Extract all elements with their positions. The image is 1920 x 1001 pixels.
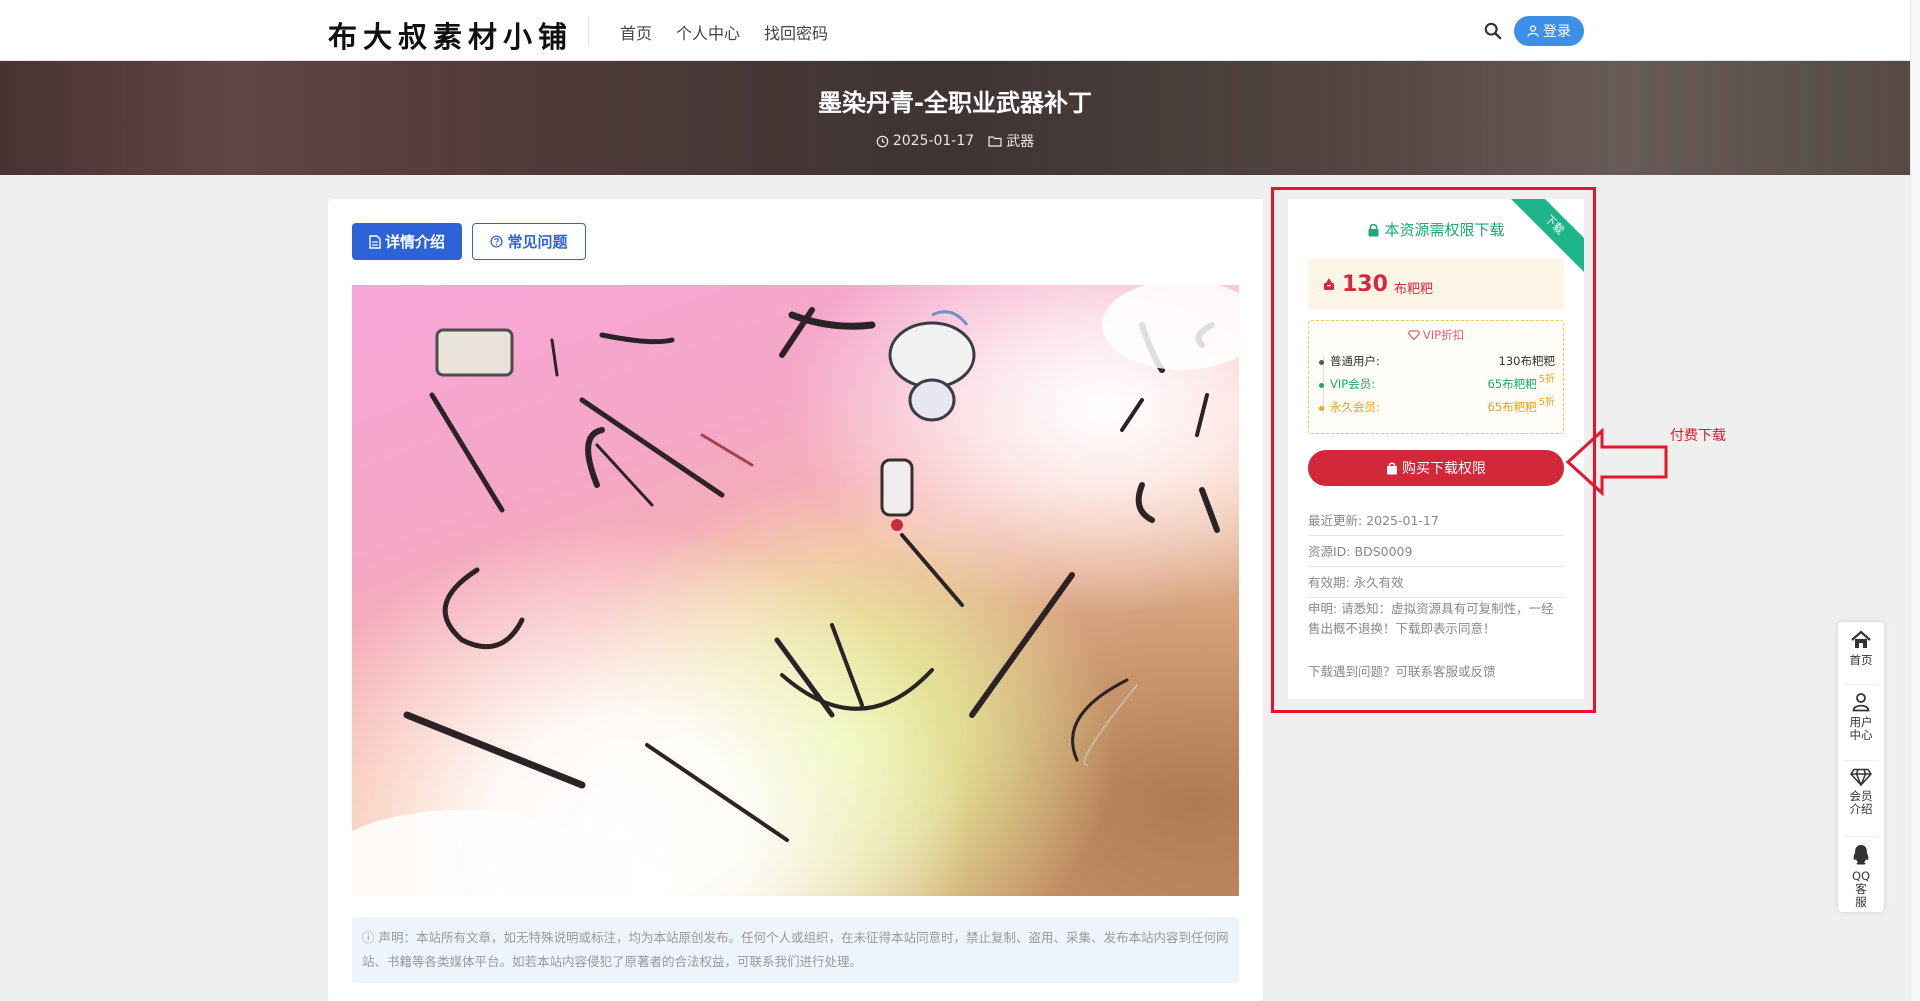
price-amount: 130 [1342, 271, 1388, 297]
document-icon [369, 234, 381, 249]
diamond-icon [1407, 330, 1420, 340]
nav-home[interactable]: 首页 [620, 20, 652, 44]
lifetime-discount: 5折 [1538, 397, 1555, 408]
vip-price: 65布粑粑 [1487, 377, 1537, 391]
vip-row-lifetime: 永久会员: 65布粑粑 5折 [1319, 397, 1555, 415]
buy-download-label: 购买下载权限 [1402, 461, 1486, 477]
coin-icon [1324, 278, 1334, 290]
dock-divider [1844, 836, 1878, 837]
updated-info: 最近更新: 2025-01-17 [1308, 510, 1564, 536]
copyright-notice: ⓘ 声明：本站所有文章，如无特殊说明或标注，均为本站原创发布。任何个人或组织，在… [352, 917, 1239, 983]
question-circle-icon [490, 235, 504, 248]
dock-home-label: 首页 [1849, 653, 1873, 667]
declaration-text: 申明: 请悉知：虚拟资源具有可复制性，一经售出概不退换！下载即表示同意！ [1308, 601, 1554, 636]
vip-row-regular: 普通用户: 130布粑粑 [1319, 353, 1555, 369]
arrow-left-icon [1566, 428, 1668, 496]
lifetime-dot [1319, 406, 1324, 411]
widget-heading-text: 本资源需权限下载 [1384, 221, 1505, 239]
user-icon [1852, 693, 1870, 712]
dock-user-center-label: 用户中心 [1849, 715, 1873, 742]
dock-membership[interactable]: 会员介绍 [1838, 768, 1884, 816]
login-button[interactable]: 登录 [1514, 16, 1584, 46]
copyright-notice-text: 声明：本站所有文章，如无特殊说明或标注，均为本站原创发布。任何个人或组织，在未征… [362, 930, 1229, 969]
tab-faq[interactable]: 常见问题 [472, 223, 586, 260]
diamond-icon [1850, 768, 1872, 786]
post-meta: 2025-01-17 武器 [0, 131, 1910, 151]
vip-discount-title: VIP折扣 [1309, 327, 1563, 343]
folder-icon [988, 136, 1002, 147]
download-widget: 下载 本资源需权限下载 130 布粑粑 VIP折扣 普通用户: 130布粑粑 V… [1288, 199, 1584, 699]
vip-dot [1319, 383, 1324, 388]
weapon-showcase-image [352, 285, 1239, 896]
lifetime-label: 永久会员: [1330, 400, 1380, 414]
buy-download-button[interactable]: 购买下载权限 [1308, 450, 1564, 486]
resource-id-info: 资源ID: BDS0009 [1308, 541, 1564, 567]
article-card: 详情介绍 常见问题 ⓘ 声明：本站所有文章，如无特殊说明或标注，均为本站原创发布… [328, 199, 1263, 1001]
tab-details-label: 详情介绍 [384, 233, 445, 251]
post-hero-banner: 墨染丹青-全职业武器补丁 2025-01-17 武器 [0, 61, 1910, 175]
price-box: 130 布粑粑 [1308, 258, 1564, 310]
nav-user-center[interactable]: 个人中心 [676, 20, 740, 44]
post-category[interactable]: 武器 [988, 131, 1034, 151]
dock-membership-label: 会员介绍 [1849, 789, 1873, 816]
regular-dot [1319, 360, 1324, 365]
vip-row-vip: VIP会员: 65布粑粑 5折 [1319, 374, 1555, 392]
qq-penguin-icon [1853, 845, 1869, 865]
weapon-collage-illustration [352, 285, 1239, 896]
tab-details[interactable]: 详情介绍 [352, 223, 462, 260]
post-category-text: 武器 [1006, 134, 1035, 150]
price-unit: 布粑粑 [1393, 281, 1433, 297]
dock-home[interactable]: 首页 [1838, 630, 1884, 667]
site-logo[interactable]: 布大叔素材小铺 [328, 14, 573, 56]
vip-discount: 5折 [1538, 374, 1555, 385]
widget-heading: 本资源需权限下载 [1288, 219, 1584, 240]
nav-recover-password[interactable]: 找回密码 [764, 20, 828, 44]
lock-icon [1368, 223, 1379, 236]
regular-price: 130布粑粑 [1498, 354, 1555, 368]
post-date: 2025-01-17 [876, 131, 974, 151]
header-divider [588, 16, 589, 46]
home-icon [1851, 630, 1871, 648]
annotation-label: 付费下载 [1670, 428, 1726, 444]
dock-user-center[interactable]: 用户中心 [1838, 692, 1884, 742]
search-icon[interactable] [1484, 22, 1502, 40]
user-icon [1527, 25, 1539, 37]
clock-icon [876, 135, 889, 147]
dock-qq-service[interactable]: QQ客服 [1838, 844, 1884, 909]
post-title: 墨染丹青-全职业武器补丁 [818, 89, 1092, 117]
help-text[interactable]: 下载遇到问题？可联系客服或反馈 [1308, 661, 1564, 680]
info-icon: ⓘ [362, 930, 379, 945]
validity-info: 有效期: 永久有效 [1308, 572, 1564, 598]
vip-discount-box: VIP折扣 普通用户: 130布粑粑 VIP会员: 65布粑粑 5折 永久会员: … [1308, 320, 1564, 434]
lifetime-price: 65布粑粑 [1487, 400, 1537, 414]
dock-divider [1844, 684, 1878, 685]
regular-label: 普通用户: [1330, 354, 1380, 368]
login-label: 登录 [1543, 24, 1571, 40]
post-date-text: 2025-01-17 [892, 133, 975, 149]
vip-discount-title-text: VIP折扣 [1422, 328, 1465, 342]
tab-faq-label: 常见问题 [507, 233, 568, 251]
page-scrollbar[interactable] [1910, 0, 1920, 1001]
vip-label: VIP会员: [1330, 377, 1376, 391]
main-nav: 首页 个人中心 找回密码 [620, 20, 828, 44]
dock-qq-label: QQ客服 [1851, 869, 1871, 909]
floating-dock: 首页 用户中心 会员介绍 QQ客服 [1838, 622, 1884, 912]
dock-divider [1844, 760, 1878, 761]
bag-icon [1387, 462, 1397, 474]
top-navbar: 布大叔素材小铺 首页 个人中心 找回密码 登录 [0, 0, 1910, 61]
